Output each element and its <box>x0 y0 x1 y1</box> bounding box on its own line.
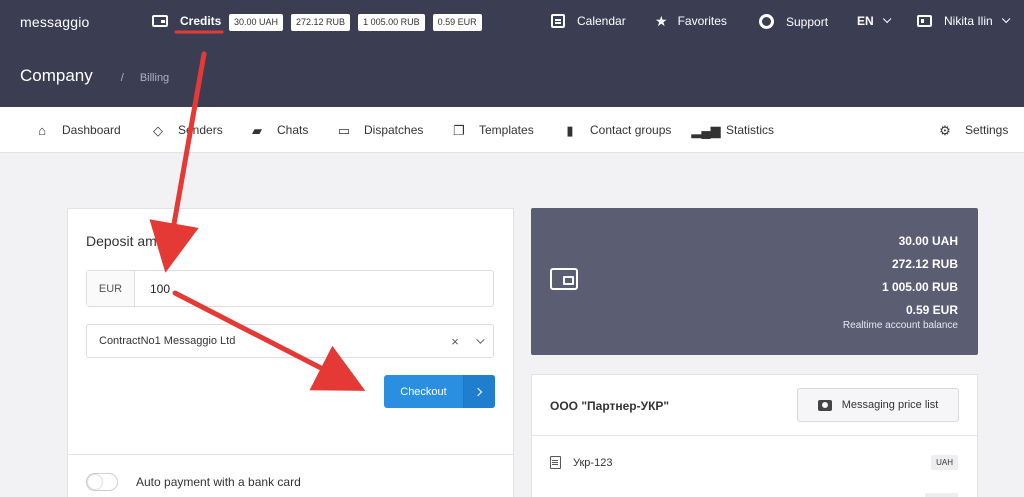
favorites-link[interactable]: ★ Favorites <box>655 14 727 28</box>
calendar-label: Calendar <box>577 14 626 28</box>
nav-contact-groups-label: Contact groups <box>590 123 672 137</box>
calendar-link[interactable]: Calendar <box>551 14 626 28</box>
auto-payment-toggle[interactable] <box>86 473 118 491</box>
main-nav: ⌂ Dashboard ◇ Senders ▰ Chats ▭ Dispatch… <box>0 107 1024 153</box>
balance-badge: 30.00 UAH <box>229 14 284 31</box>
user-name: Nikita Ilin <box>944 14 993 28</box>
currency-label: EUR <box>87 271 135 306</box>
contract-value: ContractNo1 Messaggio Ltd <box>99 335 236 347</box>
inbox-icon: ▭ <box>337 122 351 138</box>
contract-select[interactable]: ContractNo1 Messaggio Ltd × <box>86 324 494 358</box>
balance-line: 272.12 RUB <box>891 257 958 271</box>
nav-templates-label: Templates <box>479 123 534 137</box>
divider <box>532 435 977 436</box>
balance-line: 30.00 UAH <box>898 234 958 248</box>
language-select[interactable]: EN <box>857 14 892 28</box>
currency-badge: UAH <box>931 455 958 470</box>
breadcrumb: Company / Billing <box>20 66 169 86</box>
balance-line: 1 005.00 RUB <box>881 280 958 294</box>
home-icon: ⌂ <box>38 122 46 138</box>
favorites-label: Favorites <box>677 14 727 28</box>
balance-badge: 1 005.00 RUB <box>358 14 425 31</box>
price-list-label: Messaging price list <box>841 399 939 411</box>
price-list-button[interactable]: Messaging price list <box>797 388 959 422</box>
credits-link[interactable]: Credits <box>152 14 221 28</box>
contract-name: Укр-123 <box>573 456 613 469</box>
nav-settings-label: Settings <box>965 123 1009 137</box>
nav-contact-groups[interactable]: ▮ Contact groups <box>562 123 671 137</box>
balance-card: 30.00 UAH 272.12 RUB 1 005.00 RUB 0.59 E… <box>531 208 978 355</box>
wallet-icon <box>152 15 168 27</box>
nav-templates[interactable]: ❐ Templates <box>451 123 534 137</box>
support-link[interactable]: Support <box>759 14 828 29</box>
clear-icon[interactable]: × <box>445 334 465 349</box>
credits-label: Credits <box>180 14 222 28</box>
deposit-card: Deposit amount EUR 100 ContractNo1 Messa… <box>67 208 514 497</box>
nav-dispatches[interactable]: ▭ Dispatches <box>336 122 424 138</box>
contract-row[interactable]: Укр-123 UAH <box>550 455 958 470</box>
messaggio-logo[interactable]: messaggio <box>20 14 90 30</box>
nav-chats-label: Chats <box>277 123 309 137</box>
wallet-icon <box>550 268 578 290</box>
divider <box>68 454 513 455</box>
amount-input[interactable]: EUR 100 <box>86 270 494 307</box>
breadcrumb-separator: / <box>120 72 124 84</box>
nav-dispatches-label: Dispatches <box>364 123 424 137</box>
auto-payment-label: Auto payment with a bank card <box>136 475 301 489</box>
lifebuoy-icon <box>759 14 774 29</box>
amount-value[interactable]: 100 <box>135 271 170 306</box>
chevron-down-icon[interactable] <box>465 335 493 344</box>
nav-dashboard-label: Dashboard <box>62 123 121 137</box>
document-icon <box>550 456 561 469</box>
user-menu[interactable]: Nikita Ilin <box>917 14 1011 28</box>
breadcrumb-billing[interactable]: Billing <box>140 72 169 84</box>
nav-statistics[interactable]: ▂▄▆ Statistics <box>691 122 775 138</box>
user-card-icon <box>917 15 932 27</box>
gear-icon: ⚙ <box>939 122 951 138</box>
support-label: Support <box>786 14 829 29</box>
nav-settings[interactable]: ⚙ Settings <box>937 123 1008 137</box>
chevron-right-icon <box>463 375 495 408</box>
balance-badges: 30.00 UAH 272.12 RUB 1 005.00 RUB 0.59 E… <box>229 14 482 31</box>
nav-senders[interactable]: ◇ Senders <box>150 123 223 137</box>
nav-dashboard[interactable]: ⌂ Dashboard <box>34 123 121 137</box>
nav-statistics-label: Statistics <box>726 123 775 137</box>
balance-lines: 30.00 UAH 272.12 RUB 1 005.00 RUB 0.59 E… <box>882 230 958 322</box>
price-list-icon <box>817 399 832 411</box>
partner-card: ООО "Партнер-УКР" Messaging price list У… <box>531 374 978 497</box>
star-icon: ★ <box>655 13 668 29</box>
partner-name: ООО "Партнер-УКР" <box>550 399 670 413</box>
checkout-button[interactable]: Checkout <box>384 375 495 408</box>
balance-badge: 0.59 EUR <box>432 14 482 31</box>
deposit-title: Deposit amount <box>86 233 185 249</box>
tag-icon: ◇ <box>153 122 163 138</box>
bar-chart-icon: ▂▄▆ <box>691 122 721 138</box>
calendar-icon <box>551 14 565 28</box>
checkout-label: Checkout <box>400 385 447 398</box>
chevron-down-icon <box>1001 14 1011 24</box>
nav-senders-label: Senders <box>178 123 223 137</box>
currency-badge <box>925 493 958 497</box>
top-header: messaggio Credits 30.00 UAH 272.12 RUB 1… <box>0 0 1024 107</box>
address-book-icon: ▮ <box>566 122 574 138</box>
language-label: EN <box>857 14 874 28</box>
balance-badge: 272.12 RUB <box>291 14 351 31</box>
balance-note: Realtime account balance <box>842 320 958 331</box>
copy-icon: ❐ <box>453 122 465 138</box>
balance-line: 0.59 EUR <box>905 303 958 317</box>
chevron-down-icon <box>882 14 892 24</box>
chat-bubbles-icon: ▰ <box>252 122 262 138</box>
nav-chats[interactable]: ▰ Chats <box>249 123 308 137</box>
page-title: Company <box>20 66 93 85</box>
